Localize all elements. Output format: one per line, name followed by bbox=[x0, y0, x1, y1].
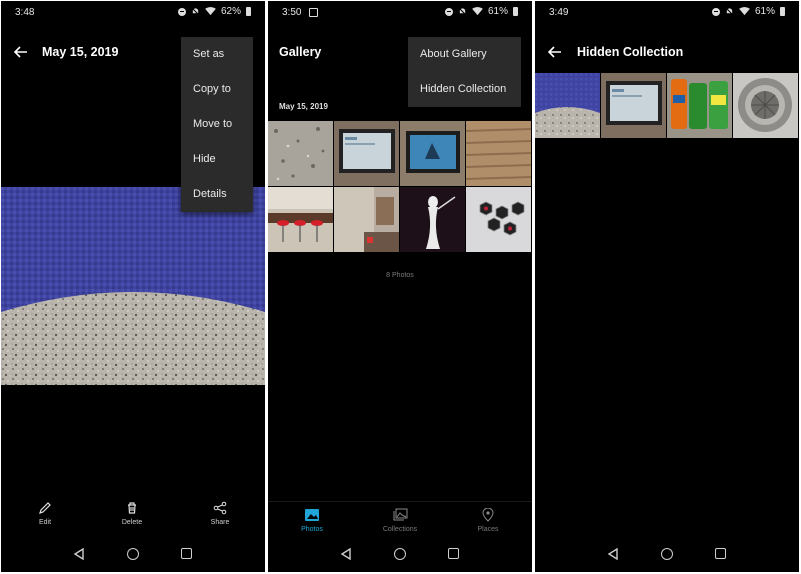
system-nav-bar bbox=[535, 538, 799, 572]
tab-photos[interactable]: Photos bbox=[282, 502, 342, 533]
menu-item-hidden-collection[interactable]: Hidden Collection bbox=[408, 72, 521, 107]
system-nav-bar bbox=[1, 538, 265, 572]
hidden-photo-grid bbox=[535, 73, 798, 138]
photo bbox=[1, 187, 265, 385]
status-time: 3:50 bbox=[282, 7, 302, 18]
battery-icon bbox=[780, 7, 785, 16]
photo-grid bbox=[268, 121, 531, 252]
nav-back-icon[interactable] bbox=[340, 548, 352, 560]
tab-places-label: Places bbox=[477, 526, 499, 533]
photo-thumbnail[interactable] bbox=[400, 187, 465, 252]
photo-thumbnail[interactable] bbox=[334, 187, 399, 252]
wifi-icon bbox=[472, 7, 483, 16]
app-bar: Hidden Collection bbox=[535, 37, 799, 67]
nav-back-icon[interactable] bbox=[73, 548, 85, 560]
nav-home-icon[interactable] bbox=[127, 548, 139, 560]
photo-thumbnail[interactable] bbox=[667, 73, 732, 138]
nav-recents-icon[interactable] bbox=[448, 548, 459, 559]
status-bar: 3:48 62% bbox=[1, 1, 265, 23]
gallery-notification-icon bbox=[309, 8, 318, 17]
menu-item-about-gallery[interactable]: About Gallery bbox=[408, 37, 521, 72]
overflow-menu: Set as Copy to Move to Hide Details bbox=[181, 37, 253, 212]
status-bar: 3:49 61% bbox=[535, 1, 799, 23]
nav-recents-icon[interactable] bbox=[181, 548, 192, 559]
battery-percent: 61% bbox=[754, 6, 775, 17]
tab-places[interactable]: Places bbox=[458, 502, 518, 533]
menu-item-copy-to[interactable]: Copy to bbox=[181, 72, 253, 107]
photo-thumbnail[interactable] bbox=[268, 187, 333, 252]
hidden-collection-screen: 3:49 61% Hidden Collection bbox=[535, 1, 799, 572]
nav-recents-icon[interactable] bbox=[715, 548, 726, 559]
menu-item-set-as[interactable]: Set as bbox=[181, 37, 253, 72]
menu-item-move-to[interactable]: Move to bbox=[181, 107, 253, 142]
trash-icon bbox=[128, 502, 136, 514]
battery-icon bbox=[246, 7, 251, 16]
photo-viewer-screen: 3:48 62% May 15, 2019 Set as Copy to Mov… bbox=[1, 1, 265, 572]
photo-count: 8 Photos bbox=[386, 272, 414, 279]
share-icon bbox=[213, 501, 227, 515]
pencil-icon bbox=[39, 502, 51, 514]
photo-thumbnail[interactable] bbox=[601, 73, 666, 138]
gallery-screen: 3:50 61% Gallery May 15, 2019 8 Photos A… bbox=[268, 1, 532, 572]
nav-home-icon[interactable] bbox=[661, 548, 673, 560]
status-time: 3:48 bbox=[15, 7, 35, 18]
battery-icon bbox=[513, 7, 518, 16]
dnd-icon bbox=[711, 7, 720, 16]
photo-thumbnail[interactable] bbox=[466, 121, 531, 186]
page-title: May 15, 2019 bbox=[42, 45, 119, 59]
nav-back-icon[interactable] bbox=[607, 548, 619, 560]
status-bar: 3:50 61% bbox=[268, 1, 532, 23]
photo-action-bar: Edit Delete Share bbox=[1, 501, 265, 541]
location-pin-icon bbox=[482, 508, 494, 522]
photo-thumbnail[interactable] bbox=[733, 73, 798, 138]
date-header: May 15, 2019 bbox=[279, 102, 328, 111]
share-button[interactable]: Share bbox=[195, 501, 245, 526]
system-nav-bar bbox=[268, 538, 532, 572]
photo-thumbnail[interactable] bbox=[334, 121, 399, 186]
tab-collections[interactable]: Collections bbox=[370, 502, 430, 533]
wifi-icon bbox=[739, 7, 750, 16]
photo-thumbnail[interactable] bbox=[466, 187, 531, 252]
page-title: Gallery bbox=[279, 45, 322, 59]
bell-muted-icon bbox=[458, 7, 467, 16]
menu-item-hide[interactable]: Hide bbox=[181, 142, 253, 177]
back-arrow-icon[interactable] bbox=[12, 43, 30, 61]
tab-photos-label: Photos bbox=[301, 526, 323, 533]
delete-label: Delete bbox=[121, 519, 143, 526]
page-title: Hidden Collection bbox=[577, 45, 684, 59]
back-arrow-icon[interactable] bbox=[546, 43, 564, 61]
photos-icon bbox=[305, 509, 319, 521]
dnd-icon bbox=[444, 7, 453, 16]
nav-home-icon[interactable] bbox=[394, 548, 406, 560]
tab-collections-label: Collections bbox=[382, 526, 418, 533]
delete-button[interactable]: Delete bbox=[107, 501, 157, 526]
collections-icon bbox=[393, 508, 408, 521]
photo-thumbnail[interactable] bbox=[400, 121, 465, 186]
battery-percent: 62% bbox=[220, 6, 241, 17]
overflow-menu: About Gallery Hidden Collection bbox=[408, 37, 521, 107]
wifi-icon bbox=[205, 7, 216, 16]
status-time: 3:49 bbox=[549, 7, 569, 18]
bell-muted-icon bbox=[191, 7, 200, 16]
photo-thumbnail[interactable] bbox=[268, 121, 333, 186]
battery-percent: 61% bbox=[487, 6, 508, 17]
menu-item-details[interactable]: Details bbox=[181, 177, 253, 212]
photo-thumbnail[interactable] bbox=[535, 73, 600, 138]
edit-button[interactable]: Edit bbox=[20, 501, 70, 526]
dnd-icon bbox=[177, 7, 186, 16]
bottom-tab-bar: Photos Collections Places bbox=[268, 501, 532, 542]
edit-label: Edit bbox=[38, 519, 52, 526]
bell-muted-icon bbox=[725, 7, 734, 16]
share-label: Share bbox=[210, 519, 230, 526]
